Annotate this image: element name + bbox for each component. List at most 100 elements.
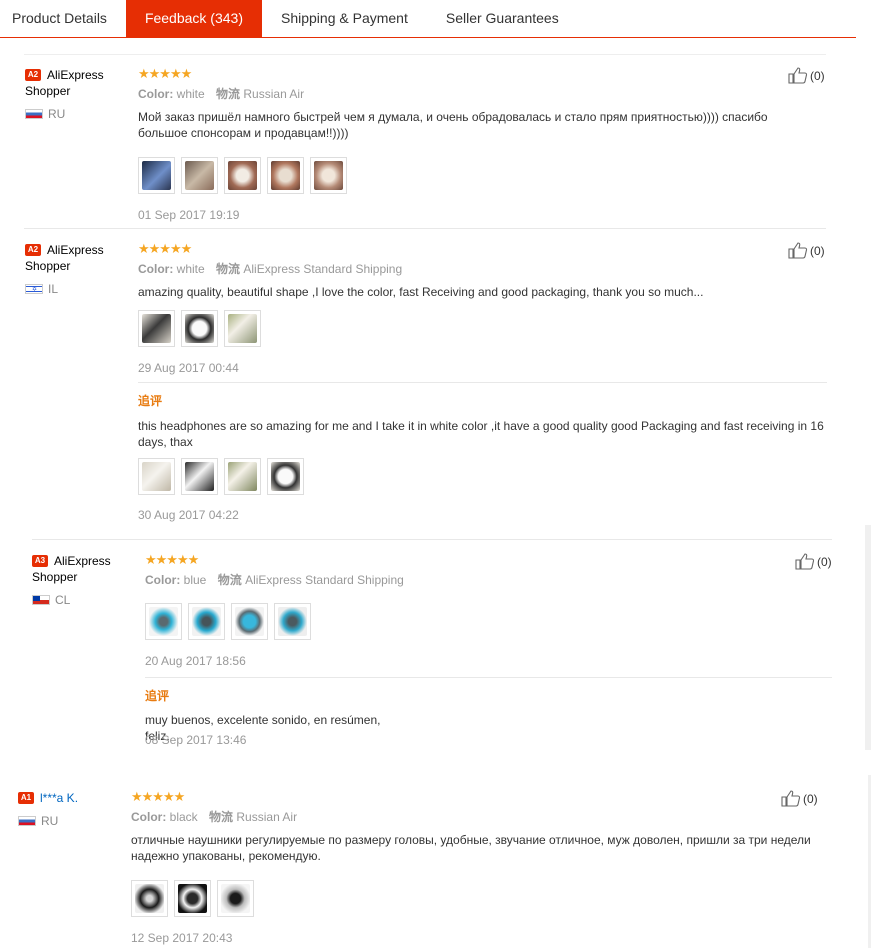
review-photo[interactable] (274, 603, 311, 640)
review-item: A1 l***a K. RU ★★★★★ Color: black 物流 Russ… (18, 790, 830, 945)
star-rating: ★★★★★ (138, 66, 192, 81)
followup-label: 追评 (145, 689, 170, 703)
review-photo[interactable] (267, 157, 304, 194)
review-photo[interactable] (217, 880, 254, 917)
review-photo[interactable] (224, 310, 261, 347)
review-date: 12 Sep 2017 20:43 (131, 931, 233, 945)
review-body: ★★★★★ Color: blue 物流 AliExpress Standard… (145, 552, 832, 747)
shipping-label: 物流 (216, 87, 241, 101)
review-user: A3 AliExpress Shopper CL (32, 553, 142, 607)
helpful-button[interactable]: (0) (788, 242, 825, 259)
tab-seller-guarantees[interactable]: Seller Guarantees (427, 0, 578, 37)
review-meta: Color: white 物流 Russian Air (138, 87, 818, 101)
shipping-label: 物流 (216, 262, 241, 276)
review-photo[interactable] (231, 603, 268, 640)
color-value: blue (183, 573, 207, 587)
review-photo[interactable] (224, 157, 261, 194)
divider (32, 539, 832, 540)
review-meta: Color: white 物流 AliExpress Standard Ship… (138, 262, 828, 276)
shipping-value: Russian Air (236, 810, 298, 824)
followup-label: 追评 (138, 394, 163, 408)
review-photo[interactable] (188, 603, 225, 640)
color-label: Color: (131, 810, 167, 824)
review-photo[interactable] (267, 458, 304, 495)
followup-date: 30 Aug 2017 04:22 (138, 508, 239, 522)
review-item: A2 AliExpress Shopper ✡ IL ★★★★★ Color: w… (25, 242, 830, 527)
star-rating: ★★★★★ (138, 241, 192, 256)
country-code: RU (41, 814, 59, 828)
helpful-button[interactable]: (0) (795, 553, 832, 570)
flag-ru-icon (18, 816, 36, 826)
divider (24, 228, 826, 229)
tabs-underline (0, 37, 856, 38)
review-user: A2 AliExpress Shopper RU (25, 67, 135, 121)
review-photo[interactable] (181, 310, 218, 347)
helpful-count: (0) (810, 68, 825, 83)
thumbs-up-icon (781, 790, 801, 807)
review-photo[interactable] (174, 880, 211, 917)
followup-text: this headphones are so amazing for me an… (138, 419, 824, 449)
buyer-level-badge: A2 (25, 244, 41, 256)
review-photo[interactable] (181, 157, 218, 194)
thumbs-up-icon (788, 242, 808, 259)
reviewer-name[interactable]: l***a K. (40, 791, 78, 805)
scrollbar[interactable] (865, 525, 871, 750)
helpful-count: (0) (810, 243, 825, 258)
thumbs-up-icon (795, 553, 815, 570)
review-date: 01 Sep 2017 19:19 (138, 208, 240, 222)
review-photo[interactable] (138, 458, 175, 495)
star-rating: ★★★★★ (145, 552, 199, 567)
color-value: white (176, 87, 205, 101)
review-text: Мой заказ пришёл намного быстрей чем я д… (138, 110, 768, 140)
helpful-button[interactable]: (0) (781, 790, 818, 807)
review-user: A2 AliExpress Shopper ✡ IL (25, 242, 135, 296)
shipping-label: 物流 (217, 573, 242, 587)
flag-cl-icon (32, 595, 50, 605)
review-item: A3 AliExpress Shopper CL ★★★★★ Color: blu… (32, 553, 837, 753)
thumbs-up-icon (788, 67, 808, 84)
flag-ru-icon (25, 109, 43, 119)
followup-photos (138, 458, 304, 495)
review-photos (138, 157, 818, 194)
review-photos (138, 310, 828, 347)
helpful-count: (0) (803, 791, 818, 806)
shipping-value: AliExpress Standard Shipping (243, 262, 403, 276)
buyer-level-badge: A3 (32, 555, 48, 567)
color-value: black (169, 810, 198, 824)
tab-shipping-payment[interactable]: Shipping & Payment (262, 0, 427, 37)
reviewer-country: RU (18, 814, 128, 828)
review-body: ★★★★★ Color: white 物流 Russian Air Мой за… (138, 67, 818, 222)
tab-feedback[interactable]: Feedback (343) (125, 0, 262, 37)
flag-il-icon: ✡ (25, 284, 43, 294)
shipping-value: AliExpress Standard Shipping (245, 573, 404, 587)
review-photo[interactable] (224, 458, 261, 495)
review-photo[interactable] (138, 157, 175, 194)
feedback-tabs: Product Details Feedback (343) Shipping … (0, 0, 856, 38)
review-photo[interactable] (138, 310, 175, 347)
buyer-level-badge: A2 (25, 69, 41, 81)
followup-date: 08 Sep 2017 13:46 (145, 733, 247, 747)
reviewer-country: ✡ IL (25, 282, 135, 296)
review-date: 29 Aug 2017 00:44 (138, 361, 239, 375)
helpful-button[interactable]: (0) (788, 67, 825, 84)
review-user: A1 l***a K. RU (18, 790, 128, 828)
review-text: amazing quality, beautiful shape ,I love… (138, 285, 704, 299)
review-photo[interactable] (181, 458, 218, 495)
divider (24, 54, 826, 55)
review-photo[interactable] (310, 157, 347, 194)
divider (145, 677, 832, 678)
tab-product-details[interactable]: Product Details (0, 0, 126, 37)
divider (138, 382, 827, 383)
review-item: A2 AliExpress Shopper RU ★★★★★ Color: whi… (25, 67, 830, 222)
helpful-count: (0) (817, 554, 832, 569)
color-value: white (176, 262, 205, 276)
review-photo[interactable] (131, 880, 168, 917)
review-meta: Color: black 物流 Russian Air (131, 810, 821, 824)
review-body: ★★★★★ Color: white 物流 AliExpress Standar… (138, 241, 828, 522)
review-photo[interactable] (145, 603, 182, 640)
review-body: ★★★★★ Color: black 物流 Russian Air отличн… (131, 790, 821, 945)
review-meta: Color: blue 物流 AliExpress Standard Shipp… (145, 573, 404, 587)
country-code: CL (55, 593, 71, 607)
color-label: Color: (145, 573, 181, 587)
review-text: отличные наушники регулируемые по размер… (131, 833, 811, 863)
